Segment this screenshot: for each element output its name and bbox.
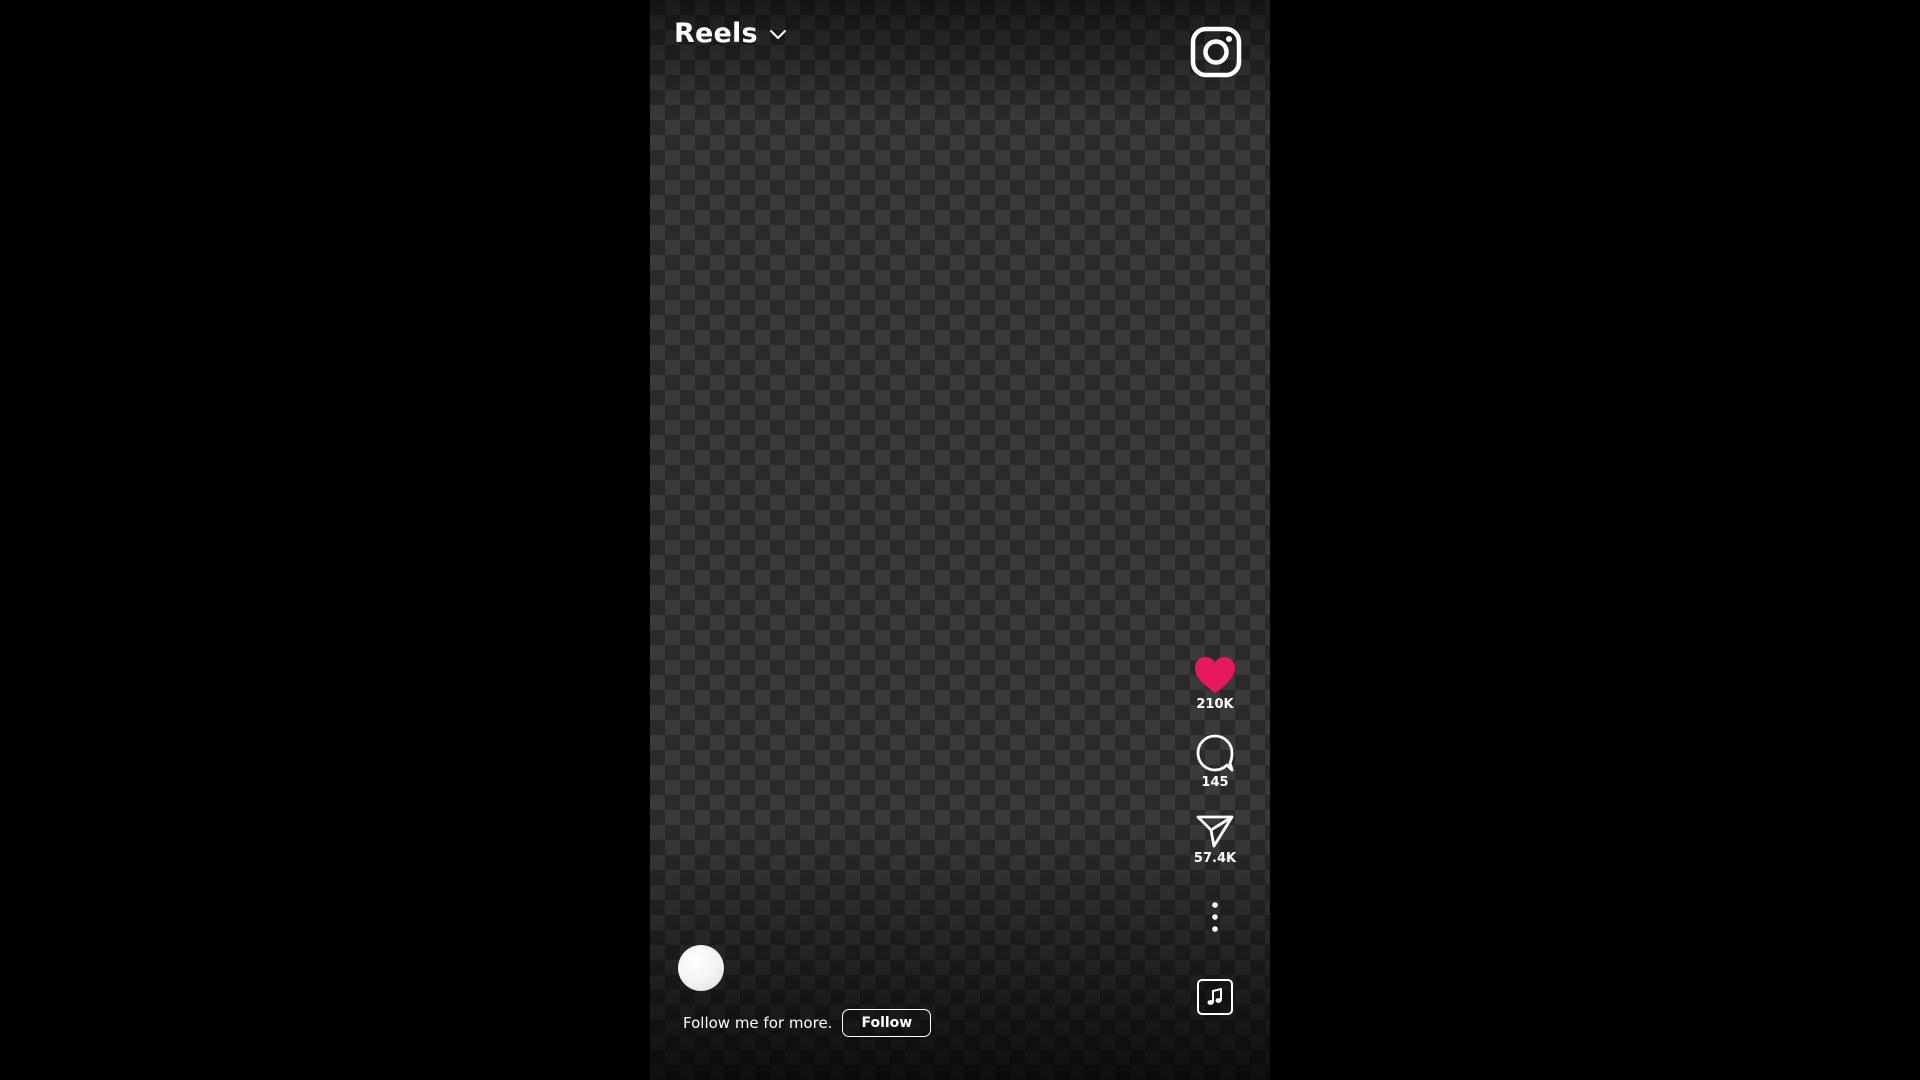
more-vertical-icon — [1212, 902, 1218, 932]
follow-button[interactable]: Follow — [842, 1009, 932, 1037]
share-count: 57.4K — [1193, 851, 1237, 866]
send-icon — [1196, 815, 1234, 848]
screen: Reels 210K 145 57.4K Follow me for more.… — [0, 0, 1920, 1080]
reels-dropdown[interactable]: Reels — [674, 18, 788, 49]
like-button[interactable]: 210K — [1193, 655, 1237, 713]
like-count: 210K — [1196, 697, 1234, 712]
audio-button[interactable] — [1197, 979, 1233, 1015]
avatar[interactable] — [678, 945, 724, 991]
instagram-logo-icon[interactable] — [1190, 26, 1242, 78]
reel-viewer[interactable]: Reels 210K 145 57.4K Follow me for more.… — [650, 0, 1270, 1080]
action-rail: 210K 145 57.4K — [1180, 655, 1250, 1015]
page-title: Reels — [674, 18, 758, 49]
share-button[interactable]: 57.4K — [1194, 813, 1236, 867]
caption-text: Follow me for more. — [683, 1014, 833, 1032]
music-note-icon — [1207, 988, 1222, 1005]
caption-row: Follow me for more. Follow — [683, 1009, 932, 1037]
chevron-down-icon — [769, 29, 786, 39]
comment-icon — [1196, 734, 1234, 772]
more-options-button[interactable] — [1210, 901, 1220, 933]
comment-button[interactable]: 145 — [1195, 733, 1235, 791]
comment-count: 145 — [1201, 775, 1229, 790]
heart-icon — [1195, 657, 1235, 693]
